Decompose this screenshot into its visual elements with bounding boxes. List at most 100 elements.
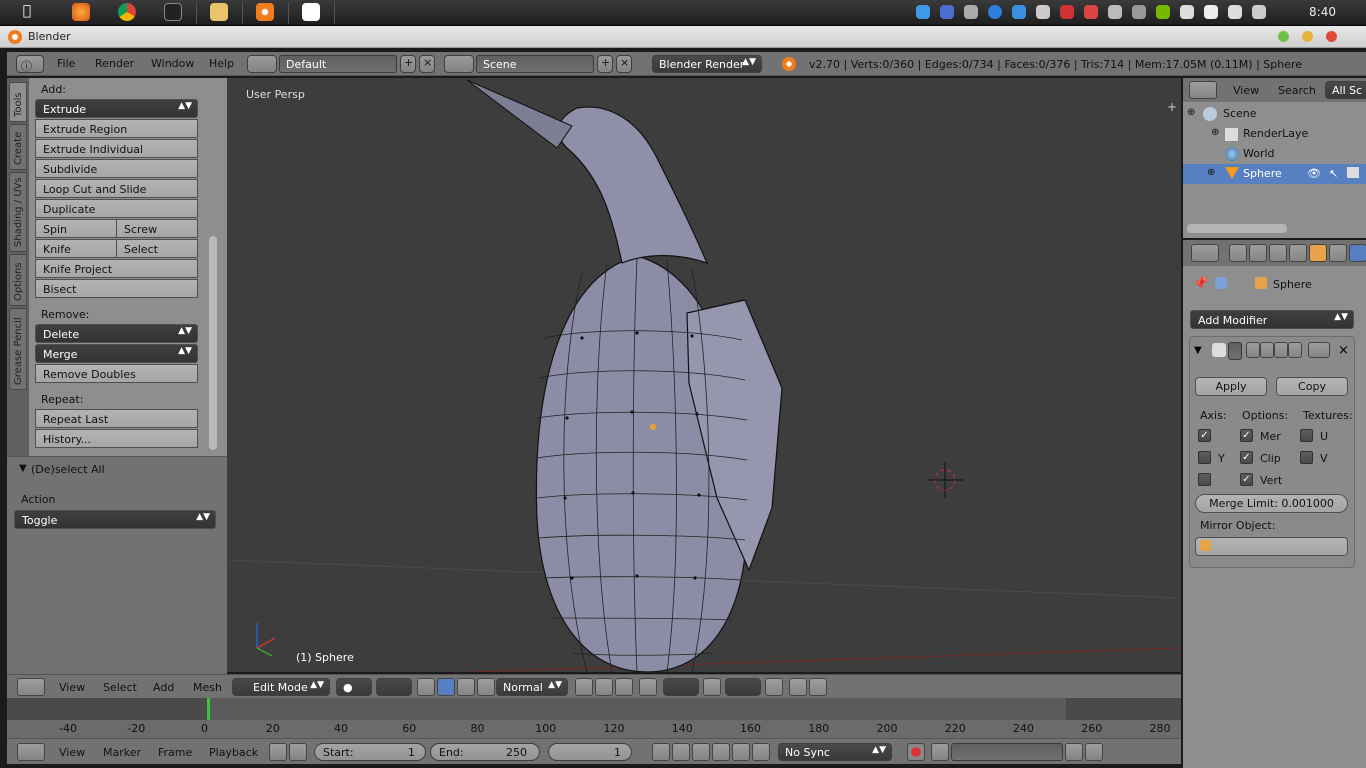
outliner-item-scene[interactable]: ⊕ Scene xyxy=(1183,104,1366,124)
add-layout-icon[interactable]: + xyxy=(400,55,416,73)
remove-doubles-button[interactable]: Remove Doubles xyxy=(35,364,198,383)
clipping-checkbox[interactable]: ✓ xyxy=(1240,451,1253,464)
expand-icon[interactable]: ⊕ xyxy=(1207,167,1215,178)
view3d-menu-mesh[interactable]: Mesh xyxy=(193,681,222,694)
nvidia-icon[interactable] xyxy=(1156,5,1170,19)
editor-type-properties-icon[interactable] xyxy=(1191,244,1219,262)
render-opengl-icon[interactable] xyxy=(789,678,807,696)
outliner-scrollbar[interactable] xyxy=(1187,224,1287,233)
start-frame-field[interactable]: Start: 1 xyxy=(314,743,426,761)
outliner-display-mode-dropdown[interactable]: All Sc xyxy=(1325,81,1366,99)
extrude-region-button[interactable]: Extrude Region xyxy=(35,119,198,138)
tray-icon-1[interactable] xyxy=(916,5,930,19)
translate-manipulator-icon[interactable] xyxy=(437,678,455,696)
play-reverse-icon[interactable] xyxy=(692,743,710,761)
tool-shelf-scrollbar[interactable] xyxy=(209,236,217,450)
mode-dropdown[interactable]: Edit Mode ▲▼ xyxy=(232,678,330,696)
tray-icon-2[interactable] xyxy=(940,5,954,19)
modifier-render-icon[interactable] xyxy=(1246,342,1260,358)
view3d-menu-select[interactable]: Select xyxy=(103,681,137,694)
timeline-menu-marker[interactable]: Marker xyxy=(103,746,141,759)
mirror-object-field[interactable] xyxy=(1195,537,1348,556)
bisect-button[interactable]: Bisect xyxy=(35,279,198,298)
delete-dropdown[interactable]: Delete ▲▼ xyxy=(35,324,198,343)
delete-keyframe-icon[interactable] xyxy=(1085,743,1103,761)
tray-icon-3[interactable] xyxy=(964,5,978,19)
remove-layout-icon[interactable]: × xyxy=(419,55,435,73)
blender-icon[interactable] xyxy=(256,3,274,21)
expand-icon[interactable]: ⊕ xyxy=(1187,107,1195,118)
collapse-triangle-icon[interactable]: ▼ xyxy=(19,463,27,474)
visibility-eye-icon[interactable]: 👁 xyxy=(1307,167,1321,180)
play-icon[interactable] xyxy=(712,743,730,761)
view3d-menu-add[interactable]: Add xyxy=(153,681,174,694)
add-modifier-dropdown[interactable]: Add Modifier ▲▼ xyxy=(1190,310,1354,329)
render-animation-icon[interactable] xyxy=(809,678,827,696)
vertex-select-icon[interactable] xyxy=(575,678,593,696)
preview-range-icon[interactable] xyxy=(269,743,287,761)
snap-element-dropdown[interactable] xyxy=(725,678,761,696)
tray-icon-4[interactable] xyxy=(988,5,1002,19)
minimize-button[interactable] xyxy=(1278,31,1289,42)
spin-button[interactable]: Spin xyxy=(35,219,117,238)
properties-toggle-icon[interactable]: + xyxy=(1167,100,1177,114)
knife-button[interactable]: Knife xyxy=(35,239,117,258)
outliner-menu-search[interactable]: Search xyxy=(1278,84,1316,97)
lock-range-icon[interactable] xyxy=(289,743,307,761)
tab-shading-uvs[interactable]: Shading / UVs xyxy=(9,172,27,252)
scene-tab-icon[interactable] xyxy=(1269,244,1287,262)
object-tab-icon[interactable] xyxy=(1309,244,1327,262)
tab-tools[interactable]: Tools xyxy=(9,82,27,122)
outliner-item-world[interactable]: World xyxy=(1183,144,1366,164)
expand-icon[interactable]: ⊕ xyxy=(1211,127,1219,138)
flag-icon[interactable] xyxy=(1180,5,1194,19)
add-scene-icon[interactable]: + xyxy=(597,55,613,73)
tray-icon-10[interactable] xyxy=(1132,5,1146,19)
playhead[interactable] xyxy=(207,698,210,720)
limit-selection-icon[interactable] xyxy=(639,678,657,696)
viewport-shading-dropdown[interactable]: ● xyxy=(336,678,372,696)
manipulator-toggle-icon[interactable] xyxy=(417,678,435,696)
tray-icon-7[interactable] xyxy=(1060,5,1074,19)
vertex-groups-checkbox[interactable]: ✓ xyxy=(1240,473,1253,486)
timeline-menu-view[interactable]: View xyxy=(59,746,85,759)
merge-limit-field[interactable]: Merge Limit: 0.001000 xyxy=(1195,494,1348,513)
proportional-falloff-icon[interactable] xyxy=(703,678,721,696)
media-icon[interactable] xyxy=(164,3,182,21)
modifier-editmode-icon[interactable] xyxy=(1274,342,1288,358)
render-engine-dropdown[interactable]: Blender Render ▲▼ xyxy=(652,55,762,73)
face-select-icon[interactable] xyxy=(615,678,633,696)
axis-y-checkbox[interactable] xyxy=(1198,451,1211,464)
screen-layout-icon[interactable] xyxy=(247,55,277,73)
world-tab-icon[interactable] xyxy=(1289,244,1307,262)
modifier-remove-icon[interactable]: × xyxy=(1338,343,1349,358)
modifier-name-field[interactable] xyxy=(1228,342,1242,360)
jump-end-icon[interactable] xyxy=(752,743,770,761)
modifiers-tab-icon[interactable] xyxy=(1349,244,1366,262)
menu-render[interactable]: Render xyxy=(95,57,134,70)
editor-type-outliner-icon[interactable] xyxy=(1189,81,1217,99)
menu-window[interactable]: Window xyxy=(151,57,194,70)
tab-options[interactable]: Options xyxy=(9,254,27,306)
display-icon[interactable] xyxy=(1204,5,1218,19)
render-tab-icon[interactable] xyxy=(1229,244,1247,262)
texture-u-checkbox[interactable] xyxy=(1300,429,1313,442)
firefox-icon[interactable] xyxy=(72,3,90,21)
document-icon[interactable] xyxy=(302,3,320,21)
subdivide-button[interactable]: Subdivide xyxy=(35,159,198,178)
menu-help[interactable]: Help xyxy=(209,57,234,70)
view3d-menu-view[interactable]: View xyxy=(59,681,85,694)
jump-start-icon[interactable] xyxy=(652,743,670,761)
tray-icon-5[interactable] xyxy=(1012,5,1026,19)
volume-icon[interactable] xyxy=(1252,5,1266,19)
editor-type-info-button[interactable]: ⓘ xyxy=(16,55,44,73)
tab-grease-pencil[interactable]: Grease Pencil xyxy=(9,308,27,390)
merge-dropdown[interactable]: Merge ▲▼ xyxy=(35,344,198,363)
clock[interactable]: 8:40 xyxy=(1309,5,1336,19)
3d-viewport[interactable]: User Persp (1) Sphere + xyxy=(227,78,1181,672)
chrome-icon[interactable] xyxy=(118,3,136,21)
jump-prev-keyframe-icon[interactable] xyxy=(672,743,690,761)
pivot-point-dropdown[interactable] xyxy=(376,678,412,696)
system-menu-icon[interactable]:  xyxy=(18,3,36,21)
network-icon[interactable] xyxy=(1228,5,1242,19)
